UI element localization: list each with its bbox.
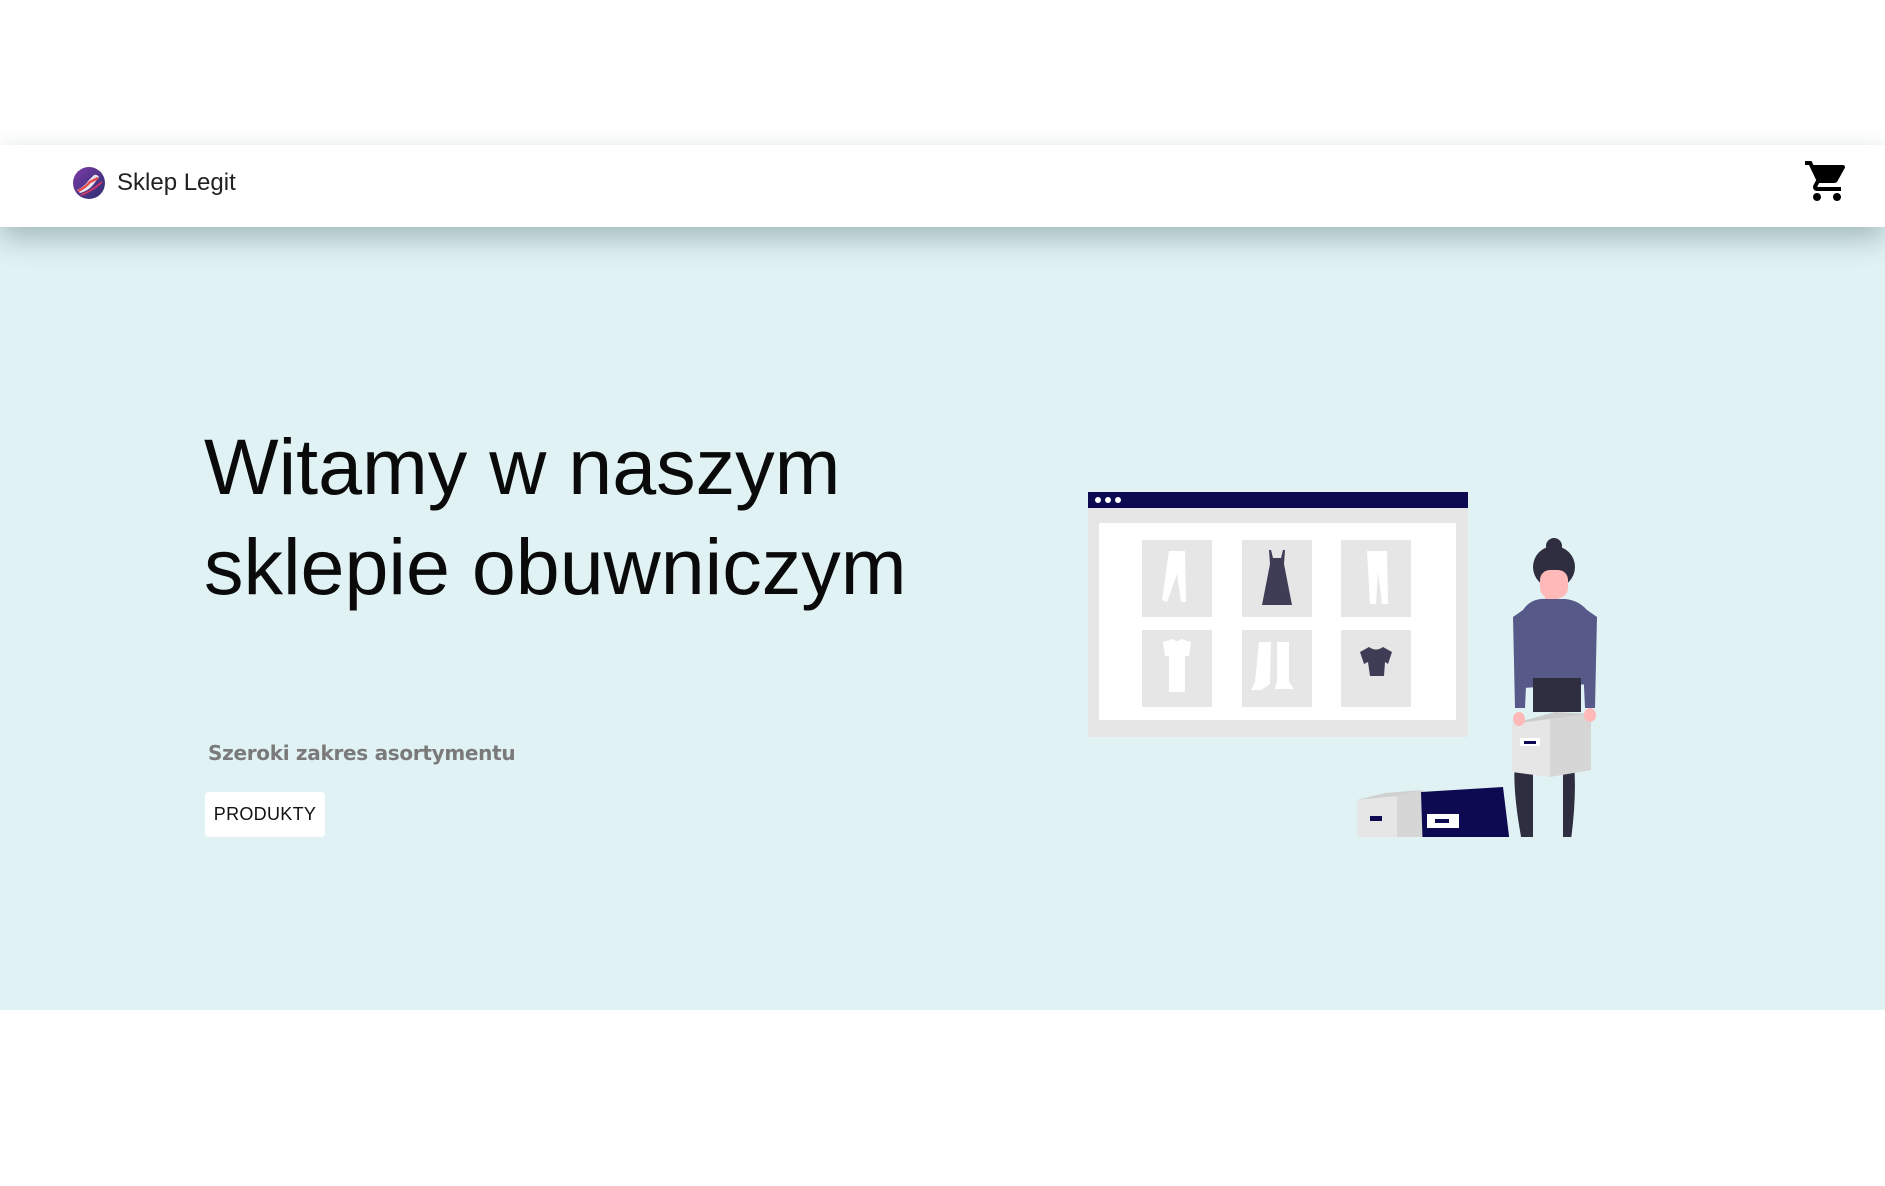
products-button[interactable]: PRODUKTY [205,792,325,837]
hero-title: Witamy w naszym sklepie obuwniczym [204,422,907,611]
shopping-cart-icon[interactable] [1803,157,1851,205]
hero-subtitle: Szeroki zakres asortymentu [208,741,516,765]
page: Sklep Legit Witamy w naszym sklepie obuw… [0,0,1885,1186]
brand-name: Sklep Legit [117,169,236,196]
brand-link[interactable]: Sklep Legit [72,166,236,200]
woman-figure-graphic [1512,538,1597,837]
hero-section: Witamy w naszym sklepie obuwniczym Szero… [0,227,1885,1010]
shoe-logo-icon [73,167,105,199]
navbar: Sklep Legit [0,145,1885,227]
online-shop-illustration [1088,492,1597,837]
browser-window-graphic [1088,492,1468,737]
boxes-graphic [1357,787,1510,837]
